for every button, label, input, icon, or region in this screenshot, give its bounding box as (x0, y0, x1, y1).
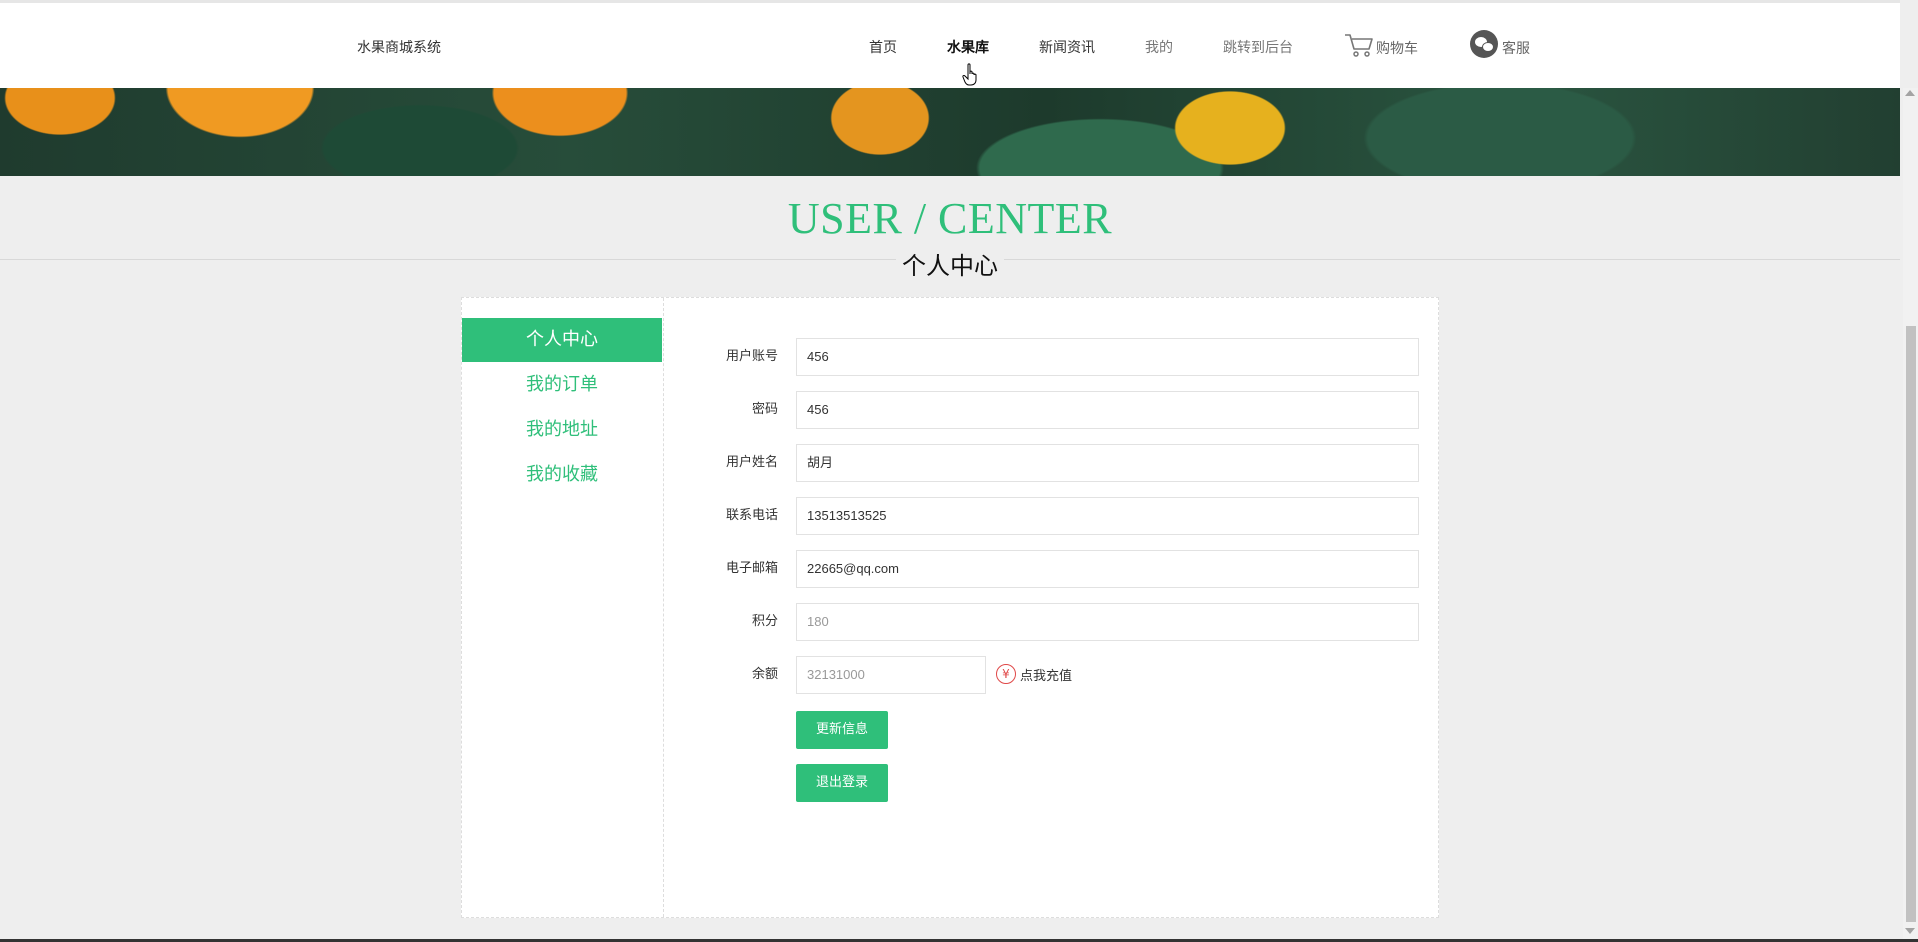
page-title-cn: 个人中心 (0, 246, 1900, 281)
nav-news[interactable]: 新闻资讯 (1039, 37, 1095, 57)
nav-fruit-library[interactable]: 水果库 (947, 37, 989, 57)
account-label: 用户账号 (725, 349, 778, 364)
wechat-icon (1470, 30, 1498, 58)
nav-cart[interactable]: 购物车 (1344, 32, 1418, 58)
email-input[interactable]: 22665@qq.com (796, 550, 1419, 588)
nav-cart-label: 购物车 (1376, 41, 1418, 57)
nav-admin[interactable]: 跳转到后台 (1223, 37, 1293, 57)
nav-mine[interactable]: 我的 (1145, 37, 1173, 57)
page-title-en: USER / CENTER (787, 194, 1113, 243)
balance-input: 32131000 (796, 656, 986, 694)
form-row-balance: 余额 32131000 ¥ 点我充值 (462, 656, 1162, 694)
update-info-button[interactable]: 更新信息 (796, 711, 888, 749)
name-label: 用户姓名 (725, 455, 778, 470)
name-input[interactable]: 胡月 (796, 444, 1419, 482)
sidebar-item-user-center[interactable]: 个人中心 (462, 318, 662, 362)
hero-banner-image (0, 88, 1900, 176)
email-label: 电子邮箱 (725, 561, 778, 576)
nav-home[interactable]: 首页 (869, 37, 897, 57)
main-nav: 首页 水果库 新闻资讯 我的 跳转到后台 购物车 客服 (0, 30, 1900, 61)
points-label: 积分 (751, 614, 778, 629)
points-input: 180 (796, 603, 1419, 641)
cart-icon (1345, 34, 1373, 57)
user-center-card: 个人中心 我的订单 我的地址 我的收藏 用户账号 456 密码 456 用户姓名… (461, 297, 1439, 918)
top-navbar: 水果商城系统 首页 水果库 新闻资讯 我的 跳转到后台 购物车 客服 (0, 0, 1900, 88)
sidebar-item-my-address[interactable]: 我的地址 (462, 408, 662, 452)
sidebar-item-my-favorites[interactable]: 我的收藏 (462, 453, 662, 497)
account-input[interactable]: 456 (796, 338, 1419, 376)
phone-input[interactable]: 13513513525 (796, 497, 1419, 535)
scroll-up-icon[interactable] (1905, 90, 1915, 96)
phone-label: 联系电话 (725, 508, 778, 523)
scrollbar-thumb[interactable] (1906, 326, 1916, 922)
balance-label: 余额 (751, 667, 778, 682)
hand-cursor-icon (962, 63, 977, 86)
yen-icon: ¥ (996, 664, 1016, 684)
recharge-link[interactable]: ¥ 点我充值 (996, 664, 1072, 684)
sidebar-item-my-orders[interactable]: 我的订单 (462, 363, 662, 407)
password-label: 密码 (751, 402, 778, 417)
sidebar-menu: 个人中心 我的订单 我的地址 我的收藏 (462, 298, 664, 917)
scroll-down-icon[interactable] (1905, 928, 1915, 934)
page-title-cn-text: 个人中心 (896, 252, 1004, 280)
logout-button[interactable]: 退出登录 (796, 764, 888, 802)
password-input[interactable]: 456 (796, 391, 1419, 429)
recharge-label: 点我充值 (1020, 668, 1073, 684)
nav-service[interactable]: 客服 (1470, 30, 1530, 58)
nav-service-label: 客服 (1502, 41, 1530, 57)
